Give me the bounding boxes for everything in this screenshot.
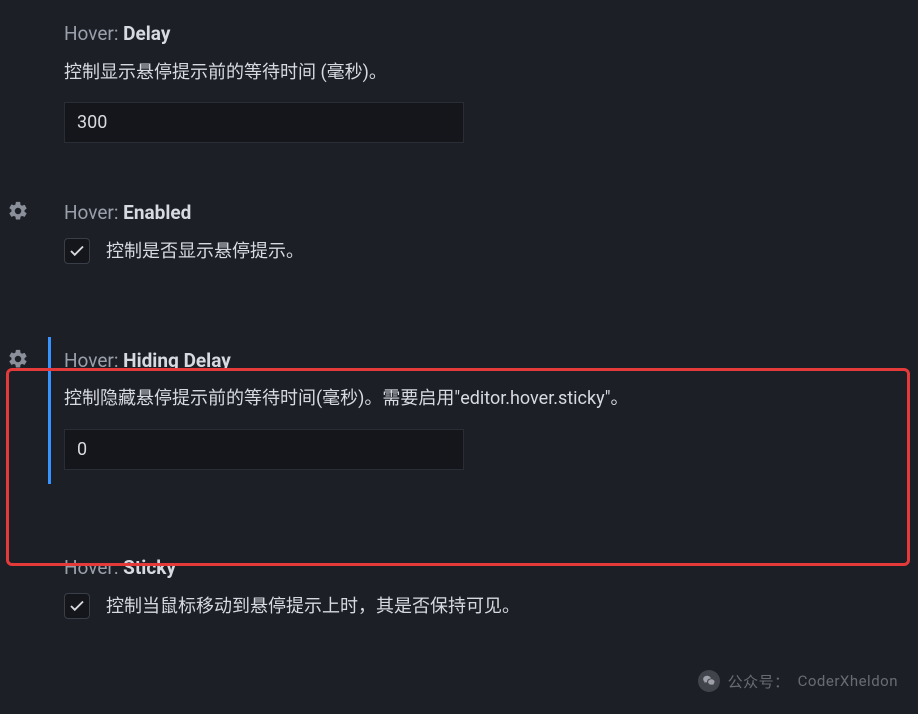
settings-list: Hover: Delay 控制显示悬停提示前的等待时间 (毫秒)。 Hover:…	[0, 6, 918, 638]
check-icon	[68, 597, 86, 615]
checkbox-label: 控制是否显示悬停提示。	[106, 238, 304, 265]
setting-title: Hover: Enabled	[64, 199, 890, 228]
setting-description: 控制显示悬停提示前的等待时间 (毫秒)。	[64, 59, 890, 87]
hover-sticky-checkbox[interactable]	[64, 593, 90, 619]
setting-prefix: Hover:	[64, 349, 123, 372]
setting-prefix: Hover:	[64, 556, 123, 579]
modified-indicator	[48, 337, 51, 484]
setting-hover-enabled: Hover: Enabled 控制是否显示悬停提示。	[36, 185, 918, 283]
setting-title: Hover: Sticky	[64, 554, 890, 583]
setting-prefix: Hover:	[64, 22, 123, 45]
setting-name: Delay	[123, 22, 170, 45]
setting-name: Sticky	[123, 556, 176, 579]
setting-title: Hover: Hiding Delay	[64, 347, 890, 376]
setting-name: Enabled	[123, 201, 191, 224]
setting-hover-delay: Hover: Delay 控制显示悬停提示前的等待时间 (毫秒)。	[36, 6, 918, 161]
setting-name: Hiding Delay	[123, 349, 231, 372]
checkbox-row: 控制当鼠标移动到悬停提示上时，其是否保持可见。	[64, 593, 890, 620]
setting-description: 控制隐藏悬停提示前的等待时间(毫秒)。需要启用"editor.hover.sti…	[64, 385, 890, 413]
wechat-icon	[698, 670, 720, 692]
check-icon	[68, 242, 86, 260]
watermark: 公众号： CoderXheldon	[698, 670, 898, 692]
hover-enabled-checkbox[interactable]	[64, 238, 90, 264]
checkbox-label: 控制当鼠标移动到悬停提示上时，其是否保持可见。	[106, 593, 520, 620]
watermark-prefix: 公众号：	[728, 671, 790, 692]
setting-hover-hiding-delay: Hover: Hiding Delay 控制隐藏悬停提示前的等待时间(毫秒)。需…	[36, 323, 918, 498]
gear-icon[interactable]	[6, 199, 30, 223]
hover-hiding-delay-input[interactable]	[64, 429, 464, 470]
hover-delay-input[interactable]	[64, 102, 464, 143]
setting-prefix: Hover:	[64, 201, 123, 224]
checkbox-row: 控制是否显示悬停提示。	[64, 238, 890, 265]
setting-title: Hover: Delay	[64, 20, 890, 49]
gear-icon[interactable]	[6, 347, 30, 371]
setting-hover-sticky: Hover: Sticky 控制当鼠标移动到悬停提示上时，其是否保持可见。	[36, 540, 918, 638]
watermark-name: CoderXheldon	[798, 672, 898, 690]
